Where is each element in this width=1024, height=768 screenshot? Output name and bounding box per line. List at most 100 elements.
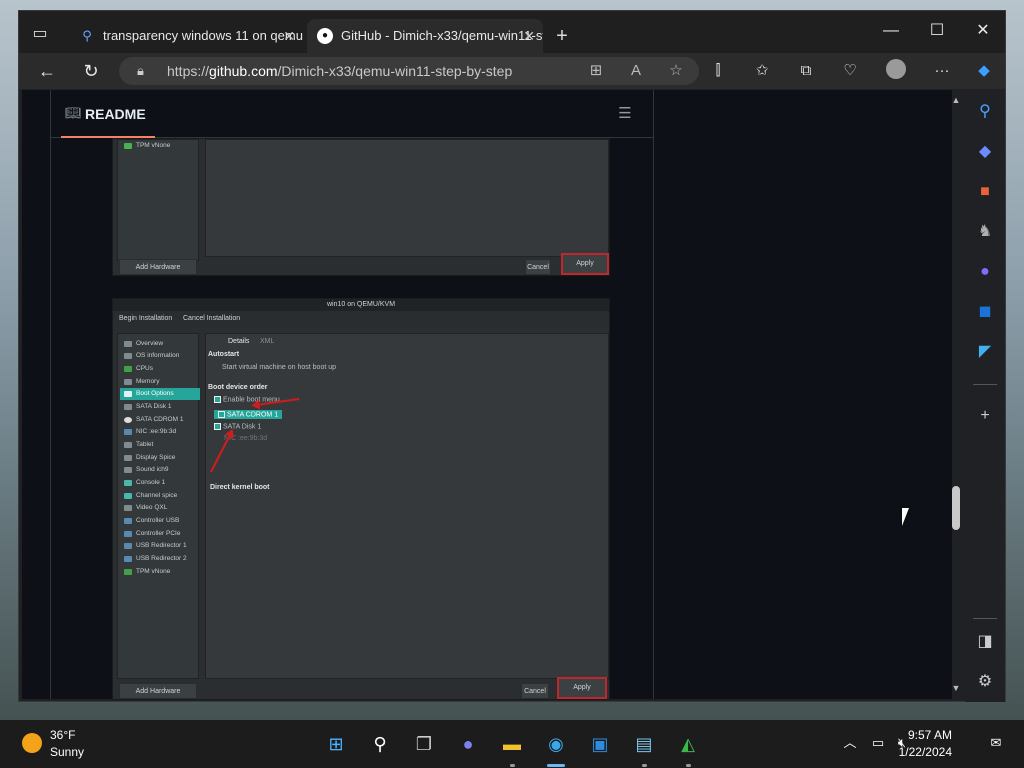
address-bar[interactable]: 🔒︎ https://github.com/Dimich-x33/qemu-wi… [119, 57, 699, 85]
back-button[interactable]: ← [33, 59, 61, 83]
page-content: 📖︎ README ☰ TPM vNone Add Hardware Cance… [22, 90, 960, 700]
address-toolbar: ← ↻ 🔒︎ https://github.com/Dimich-x33/qem… [19, 53, 1005, 89]
chevron-up-icon[interactable]: ︿ [840, 733, 860, 753]
sidebar-item: Channel spice [120, 490, 200, 502]
outlook-icon[interactable]: ◼ [973, 300, 997, 324]
collections-icon[interactable]: ⧉ [793, 59, 819, 83]
autostart-label: Autostart [208, 351, 240, 358]
add-hardware-button: Add Hardware [119, 683, 197, 699]
sidebar-item: Console 1 [120, 477, 200, 489]
browser-essentials-icon[interactable]: ♡ [837, 59, 863, 83]
tools-briefcase-icon[interactable]: ■ [973, 180, 997, 204]
github-icon: ● [317, 28, 333, 44]
task-view-icon[interactable]: ❐ [410, 730, 438, 758]
resource-monitor-icon[interactable]: ▤ [630, 730, 658, 758]
vm-menu-bar: Begin Installation Cancel Installation [113, 311, 609, 327]
running-app-indicator [642, 764, 647, 767]
sidebar-item: SATA CDROM 1 [120, 414, 200, 426]
sidebar-item: Display Spice [120, 452, 200, 464]
sidebar-item: Tablet [120, 439, 200, 451]
xml-tab: XML [260, 338, 275, 345]
apply-button-highlighted: Apply [561, 253, 609, 275]
readme-title[interactable]: README [61, 90, 146, 138]
boot-order-label: Boot device order [208, 384, 268, 391]
edge-sidebar: ⚲ ◆ ■ ♞ ● ◼ ◤ + ◨ ⚙ [965, 90, 1005, 702]
sidebar-item: Overview [120, 338, 200, 350]
close-tab-icon[interactable]: ✕ [283, 19, 295, 53]
sidebar-divider [973, 618, 997, 619]
sidebar-item: OS information [120, 350, 200, 362]
clock-time[interactable]: 9:57 AM [908, 728, 952, 742]
sidebar-item: USB Redirector 2 [120, 553, 200, 565]
tab-actions-icon[interactable]: ▭ [29, 23, 51, 45]
weather-description[interactable]: Sunny [50, 745, 84, 759]
chat-icon[interactable]: ● [454, 730, 482, 758]
search-icon[interactable]: ⚲ [366, 730, 394, 758]
details-tab: Details [228, 338, 250, 345]
details-area: Details XML Autostart Start virtual mach… [205, 333, 609, 679]
maximize-button[interactable]: ☐ [915, 17, 959, 45]
gear-icon[interactable]: ⚙ [973, 670, 997, 694]
vm-window-title: win10 on QEMU/KVM [113, 299, 609, 311]
sidebar-toggle-icon[interactable]: ◨ [973, 630, 997, 654]
network-icon[interactable]: ▭ [868, 733, 888, 753]
new-tab-button[interactable]: + [551, 25, 573, 47]
start-icon[interactable]: ⊞ [322, 730, 350, 758]
browser-window: ▭ ⚲ transparency windows 11 on qemu ✕ ● … [18, 10, 1006, 702]
sidebar-item: Controller USB [120, 515, 200, 527]
url-text[interactable]: https://github.com/Dimich-x33/qemu-win11… [167, 57, 512, 85]
weather-temperature[interactable]: 36°F [50, 728, 75, 742]
profile-avatar[interactable] [883, 59, 909, 83]
page-scrollbar[interactable]: ▲ ▼ [950, 90, 962, 699]
running-app-indicator [686, 764, 691, 767]
add-hardware-button: Add Hardware [119, 259, 197, 275]
notification-icon[interactable]: ✉ [986, 733, 1006, 753]
sidebar-item: USB Redirector 1 [120, 540, 200, 552]
scroll-thumb[interactable] [952, 486, 960, 530]
app-available-icon[interactable]: ⊞ [585, 61, 607, 81]
boot-device-disk: SATA Disk 1 [214, 423, 261, 430]
tab-github[interactable]: ● GitHub - Dimich-x33/qemu-win11-step-by… [307, 19, 543, 53]
checkbox-icon [218, 411, 225, 418]
store-icon[interactable]: ▣ [586, 730, 614, 758]
tab-search[interactable]: ⚲ transparency windows 11 on qemu ✕ [69, 19, 303, 53]
scroll-up-icon[interactable]: ▲ [950, 94, 962, 106]
file-explorer-icon[interactable]: ▬ [498, 730, 526, 758]
edge-icon[interactable]: ◉ [542, 730, 570, 758]
sidebar-item-selected: Boot Options [120, 388, 200, 400]
close-window-button[interactable]: ✕ [961, 17, 1005, 45]
refresh-button[interactable]: ↻ [77, 59, 105, 83]
menu-cancel-installation: Cancel Installation [183, 315, 241, 322]
cancel-button: Cancel [525, 259, 551, 275]
read-aloud-icon[interactable]: A [625, 61, 647, 81]
direct-kernel-boot-expander: Direct kernel boot [210, 484, 270, 491]
copilot-icon[interactable]: ◆ [971, 59, 997, 83]
sidebar-item: Video QXL [120, 502, 200, 514]
hardware-sidebar: Overview OS information CPUs Memory Boot… [117, 333, 200, 679]
sidebar-item: CPUs [120, 363, 200, 375]
settings-more-icon[interactable]: ··· [929, 59, 955, 83]
add-icon[interactable]: + [973, 404, 997, 428]
microsoft-365-icon[interactable]: ● [973, 260, 997, 284]
sidebar-item: TPM vNone [120, 566, 200, 578]
active-app-indicator [547, 764, 565, 767]
scroll-down-icon[interactable]: ▼ [950, 682, 962, 694]
sidebar-item: Controller PCIe [120, 528, 200, 540]
clock-date[interactable]: 1/22/2024 [899, 745, 952, 759]
weather-sun-icon[interactable] [22, 733, 42, 753]
menu-begin-installation: Begin Installation [119, 315, 173, 322]
favorites-icon[interactable]: ✩ [749, 59, 775, 83]
minimize-button[interactable]: — [869, 17, 913, 45]
games-icon[interactable]: ♞ [973, 220, 997, 244]
readme-image-1: TPM vNone Add Hardware Cancel Apply [112, 138, 610, 276]
favorite-star-icon[interactable]: ☆ [665, 61, 687, 81]
close-tab-icon[interactable]: ✕ [523, 19, 535, 53]
outline-list-icon[interactable]: ☰ [615, 104, 635, 124]
search-icon[interactable]: ⚲ [973, 100, 997, 124]
terminal-app-icon[interactable]: ◭ [674, 730, 702, 758]
split-screen-icon[interactable]: ⫿ [705, 59, 731, 83]
send-icon[interactable]: ◤ [973, 340, 997, 364]
apply-button-highlighted: Apply [557, 677, 607, 699]
sidebar-divider [973, 384, 997, 385]
shopping-tag-icon[interactable]: ◆ [973, 140, 997, 164]
